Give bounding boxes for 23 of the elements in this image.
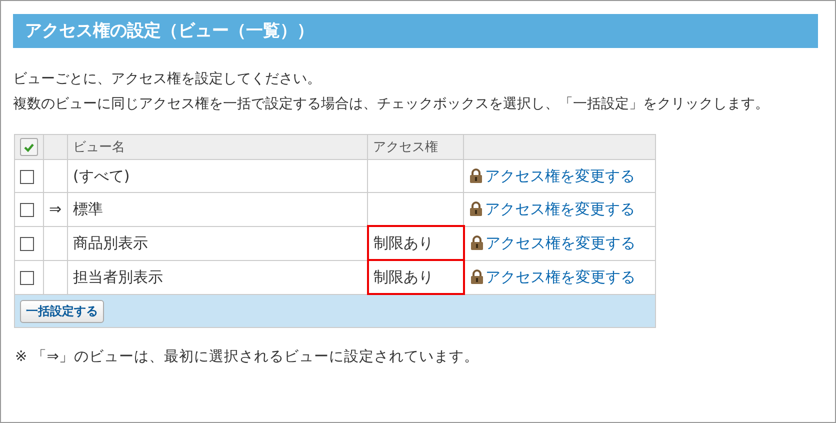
footnote: ※ 「⇒」のビューは、最初に選択されるビューに設定されています。	[15, 348, 480, 366]
column-header: ビュー名	[73, 140, 125, 155]
access-status: 制限あり	[374, 234, 434, 252]
view-name: 標準	[73, 200, 103, 218]
view-name: 担当者別表示	[73, 268, 163, 286]
default-marker: ⇒	[49, 200, 62, 218]
view-name: 商品別表示	[73, 234, 148, 252]
description-text: ビューごとに、アクセス権を設定してください。	[13, 70, 322, 89]
select-all-checkbox[interactable]	[20, 138, 38, 156]
row-checkbox[interactable]	[20, 270, 34, 285]
row-checkbox[interactable]	[20, 203, 34, 218]
page-title: アクセス権の設定（ビュー（一覧））	[13, 14, 818, 48]
lock-icon	[470, 268, 484, 284]
bulk-set-button[interactable]: 一括設定する	[20, 300, 104, 322]
view-name: (すべて)	[73, 166, 130, 184]
column-header: アクセス権	[373, 140, 438, 155]
lock-icon	[470, 234, 484, 250]
description-text: 複数のビューに同じアクセス権を一括で設定する場合は、チェックボックスを選択し、「一括設定」をクリックします。	[13, 95, 770, 114]
row-checkbox[interactable]	[20, 170, 34, 184]
access-status: 制限あり	[374, 268, 434, 286]
lock-icon	[469, 200, 483, 216]
lock-icon	[469, 168, 483, 182]
row-checkbox[interactable]	[20, 236, 34, 251]
